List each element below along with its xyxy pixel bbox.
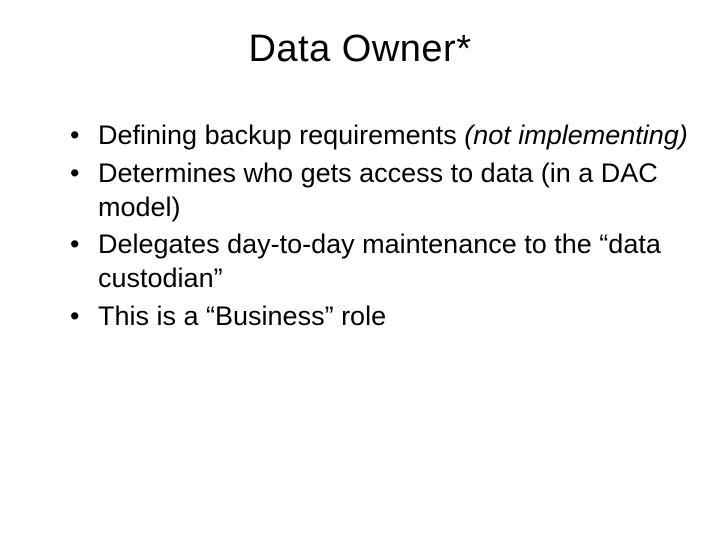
slide: Data Owner* Defining backup requirements… [0, 0, 720, 540]
list-item: Determines who gets access to data (in a… [70, 157, 690, 225]
bullet-text: Delegates day-to-day maintenance to the … [98, 229, 661, 293]
list-item: This is a “Business” role [70, 300, 690, 334]
bullet-text: This is a “Business” role [98, 301, 386, 331]
bullet-italic: (not implementing) [464, 120, 688, 150]
list-item: Delegates day-to-day maintenance to the … [70, 228, 690, 296]
list-item: Defining backup requirements (not implem… [70, 119, 690, 153]
bullet-text: Defining backup requirements [98, 120, 464, 150]
slide-title: Data Owner* [30, 28, 690, 71]
bullet-text: Determines who gets access to data (in a… [98, 158, 658, 222]
bullet-list: Defining backup requirements (not implem… [30, 119, 690, 334]
